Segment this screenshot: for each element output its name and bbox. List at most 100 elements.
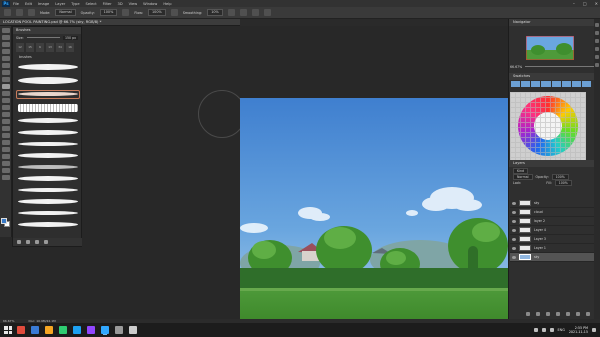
taskbar-photoshop-icon[interactable] [101, 326, 109, 334]
gradient-tool-icon[interactable] [2, 112, 10, 117]
pressure-opacity-icon[interactable] [122, 9, 130, 16]
recent-brush[interactable]: 13 [46, 43, 54, 52]
layer-row[interactable]: sky [510, 199, 594, 208]
system-clock[interactable]: 2:55 PM 2021-11-15 [569, 326, 588, 334]
taskbar-app-icon[interactable] [87, 326, 95, 334]
navigator-title[interactable]: Navigator [509, 19, 600, 26]
layer-row[interactable]: Layer 1 [510, 244, 594, 253]
stamp-tool-icon[interactable] [2, 91, 10, 96]
foreground-color-swatch[interactable] [1, 218, 7, 224]
swatch[interactable] [531, 81, 541, 87]
tray-chevron-icon[interactable] [533, 328, 538, 332]
trash-icon[interactable] [586, 312, 590, 316]
layer-row[interactable]: Layer 4 [510, 226, 594, 235]
recent-brush[interactable]: 34 [56, 43, 64, 52]
layer-row[interactable]: Layer 3 [510, 235, 594, 244]
paths-panel-icon[interactable] [595, 63, 599, 67]
swatch[interactable] [511, 81, 521, 87]
notifications-icon[interactable] [592, 328, 596, 332]
new-brush-icon[interactable] [35, 240, 39, 244]
move-tool-icon[interactable] [2, 28, 10, 33]
path-select-tool-icon[interactable] [2, 147, 10, 152]
opacity-input[interactable]: 100% [99, 9, 118, 16]
brush-stroke-preview[interactable] [18, 176, 78, 181]
healing-tool-icon[interactable] [2, 77, 10, 82]
taskbar-app-icon[interactable] [129, 326, 137, 334]
quick-select-tool-icon[interactable] [2, 49, 10, 54]
brush-stroke-preview[interactable] [18, 165, 78, 169]
navigator-thumbnail[interactable] [526, 36, 574, 60]
properties-panel-icon[interactable] [595, 31, 599, 35]
zoom-tool-icon[interactable] [2, 168, 10, 173]
swatch[interactable] [541, 81, 551, 87]
layer-row[interactable]: layer 2 [510, 217, 594, 226]
history-panel-icon[interactable] [595, 23, 599, 27]
link-layers-icon[interactable] [526, 312, 530, 316]
channels-panel-icon[interactable] [595, 55, 599, 59]
brush-stroke-preview[interactable] [18, 104, 78, 112]
menu-window[interactable]: Window [143, 2, 157, 6]
menu-view[interactable]: View [129, 2, 138, 6]
menu-image[interactable]: Image [38, 2, 49, 6]
menu-file[interactable]: File [13, 2, 19, 6]
taskbar-app-icon[interactable] [73, 326, 81, 334]
new-layer-icon[interactable] [576, 312, 580, 316]
new-folder-icon[interactable] [26, 240, 30, 244]
fx-icon[interactable] [536, 312, 540, 316]
brush-stroke-preview[interactable] [18, 199, 78, 204]
eyedropper-tool-icon[interactable] [2, 70, 10, 75]
brush-stroke-preview[interactable] [18, 211, 78, 215]
visibility-eye-icon[interactable] [512, 210, 516, 214]
menu-select[interactable]: Select [86, 2, 97, 6]
brush-settings-icon[interactable] [28, 9, 35, 16]
color-wheel-panel[interactable] [510, 92, 586, 162]
document-tab[interactable]: LOCATION POOL PAINTING.psd @ 66.7% (sky,… [0, 19, 240, 26]
visibility-eye-icon[interactable] [512, 255, 516, 259]
taskbar-app-icon[interactable] [45, 326, 53, 334]
visibility-eye-icon[interactable] [512, 228, 516, 232]
menu-type[interactable]: Type [71, 2, 79, 6]
brush-size-input[interactable]: 150 px [62, 35, 78, 40]
brush-stroke-preview[interactable] [18, 64, 78, 70]
visibility-eye-icon[interactable] [512, 237, 516, 241]
pressure-size-icon[interactable] [251, 9, 259, 16]
mask-icon[interactable] [546, 312, 550, 316]
swatch[interactable] [551, 81, 561, 87]
flow-input[interactable]: 100% [148, 9, 166, 16]
visibility-eye-icon[interactable] [512, 246, 516, 250]
layers-title[interactable]: Layers [509, 160, 594, 167]
delete-brush-icon[interactable] [44, 240, 48, 244]
swatch[interactable] [581, 81, 591, 87]
hand-tool-icon[interactable] [2, 161, 10, 166]
adjustments-panel-icon[interactable] [595, 39, 599, 43]
history-brush-tool-icon[interactable] [2, 98, 10, 103]
recent-brush[interactable]: 6 [36, 43, 44, 52]
layer-row-active[interactable]: sky [510, 253, 594, 262]
brush-stroke-preview[interactable] [18, 118, 78, 123]
frame-tool-icon[interactable] [2, 63, 10, 68]
adjustment-icon[interactable] [556, 312, 560, 316]
menu-edit[interactable]: Edit [25, 2, 32, 6]
toggle-brush-settings-icon[interactable] [17, 240, 21, 244]
recent-brush[interactable]: 12 [16, 43, 24, 52]
blur-tool-icon[interactable] [2, 119, 10, 124]
more-tools-icon[interactable] [2, 175, 10, 180]
brush-stroke-preview[interactable] [18, 77, 78, 84]
navigator-zoom-value[interactable]: 66.67% [510, 65, 522, 69]
brush-stroke-preview[interactable] [18, 153, 78, 158]
shape-tool-icon[interactable] [2, 154, 10, 159]
swatch[interactable] [571, 81, 581, 87]
angle-icon[interactable] [239, 9, 247, 16]
brush-preset-picker[interactable] [16, 9, 23, 16]
visibility-eye-icon[interactable] [512, 201, 516, 205]
menu-filter[interactable]: Filter [103, 2, 112, 6]
lasso-tool-icon[interactable] [2, 42, 10, 47]
swatch[interactable] [521, 81, 531, 87]
swatches-title[interactable]: Swatches [509, 73, 594, 80]
layer-fill-input[interactable]: 100% [554, 180, 572, 186]
maximize-button[interactable]: □ [583, 0, 587, 7]
menu-layer[interactable]: Layer [55, 2, 65, 6]
navigator-zoom-slider[interactable] [525, 66, 594, 67]
brush-stroke-preview[interactable] [18, 142, 78, 146]
brush-tool-icon[interactable] [2, 84, 10, 89]
